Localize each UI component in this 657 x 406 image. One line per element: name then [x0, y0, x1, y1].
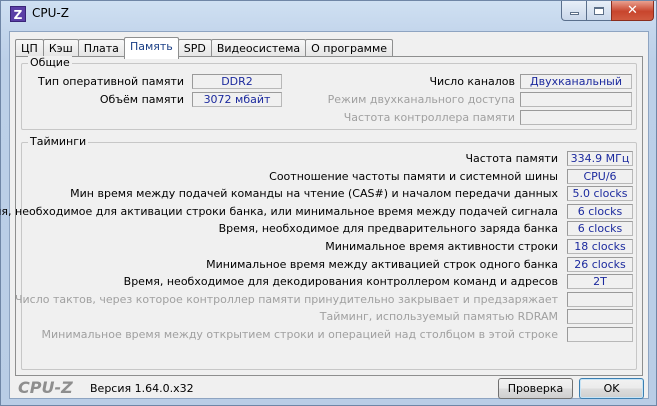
timing-label: Частота памяти — [465, 152, 558, 165]
timing-value: 2T — [567, 274, 633, 290]
timing-value: CPU/6 — [567, 168, 633, 184]
title-bar[interactable]: Z CPU-Z ✕ — [1, 1, 656, 27]
cpuz-brand-logo: CPU-Z — [18, 378, 73, 397]
timing-value — [567, 309, 633, 325]
cpuz-app-icon: Z — [10, 6, 26, 22]
nb-frequency-value — [520, 110, 632, 125]
timing-label: Число тактов, через которое контроллер п… — [14, 292, 558, 306]
timing-value — [567, 327, 633, 342]
maximize-icon — [594, 6, 604, 15]
timing-value: 6 clocks — [567, 203, 633, 219]
timing-value: 334.9 МГц — [567, 151, 633, 166]
timing-label: Время, необходимое для декодирования кон… — [123, 275, 558, 289]
memory-type-label: Тип оперативной памяти — [38, 75, 184, 88]
timing-value: 5.0 clocks — [567, 186, 633, 202]
tab-strip: ЦП Кэш Плата Память SPD Видеосистема О п… — [15, 37, 394, 59]
memory-panel: Общие Тип оперативной памяти DDR2 Объём … — [0, 56, 643, 376]
minimize-icon — [569, 11, 579, 15]
validate-button[interactable]: Проверка — [498, 378, 573, 399]
general-group-title: Общие — [28, 56, 72, 69]
dc-mode-label: Режим двухканального доступа — [327, 93, 515, 106]
general-group: Общие Тип оперативной памяти DDR2 Объём … — [21, 56, 637, 130]
dc-mode-value — [520, 92, 632, 107]
tab-memory[interactable]: Память — [123, 37, 179, 59]
timing-label: Мин время между подачей команды на чтени… — [70, 187, 558, 201]
footer-bar: CPU-Z Версия 1.64.0.x32 Проверка OK — [10, 376, 648, 400]
timing-label: Минимальное время между активацией строк… — [206, 257, 558, 271]
timings-group-title: Тайминги — [28, 135, 89, 148]
memory-size-value: 3072 мбайт — [192, 92, 282, 107]
maximize-button[interactable] — [586, 1, 612, 21]
version-text: Версия 1.64.0.x32 — [90, 382, 194, 395]
ok-button[interactable]: OK — [579, 378, 644, 399]
window-title: CPU-Z — [32, 6, 69, 20]
cpuz-window: Z CPU-Z ✕ ЦП Кэш Плата Память SPD Видеос… — [0, 0, 657, 406]
timing-label: Соотношение частоты памяти и системной ш… — [269, 169, 558, 183]
channels-value: Двухканальный — [520, 74, 632, 89]
timing-value — [567, 291, 633, 307]
timing-label: Минимальное время активности строки — [325, 240, 558, 253]
timing-value: 26 clocks — [567, 256, 633, 272]
close-icon: ✕ — [627, 3, 638, 18]
minimize-button[interactable] — [561, 1, 587, 21]
timing-label: Время, необходимое для активации строки … — [0, 204, 558, 218]
timing-label: Минимальное время между открытием строки… — [41, 328, 558, 341]
channels-label: Число каналов — [429, 75, 515, 88]
close-button[interactable]: ✕ — [611, 1, 654, 21]
memory-size-label: Объём памяти — [99, 93, 184, 106]
timing-label: Тайминг, используемый памятью RDRAM — [319, 310, 558, 324]
timings-group: Тайминги Частота памяти 334.9 МГц Соотноше… — [0, 135, 637, 370]
timing-value: 6 clocks — [567, 221, 633, 237]
nb-frequency-label: Частота контроллера памяти — [343, 111, 515, 124]
client-area: ЦП Кэш Плата Память SPD Видеосистема О п… — [0, 31, 649, 400]
timing-value: 18 clocks — [567, 239, 633, 254]
timing-label: Время, необходимое для предварительного … — [218, 222, 558, 236]
memory-type-value: DDR2 — [192, 74, 282, 89]
